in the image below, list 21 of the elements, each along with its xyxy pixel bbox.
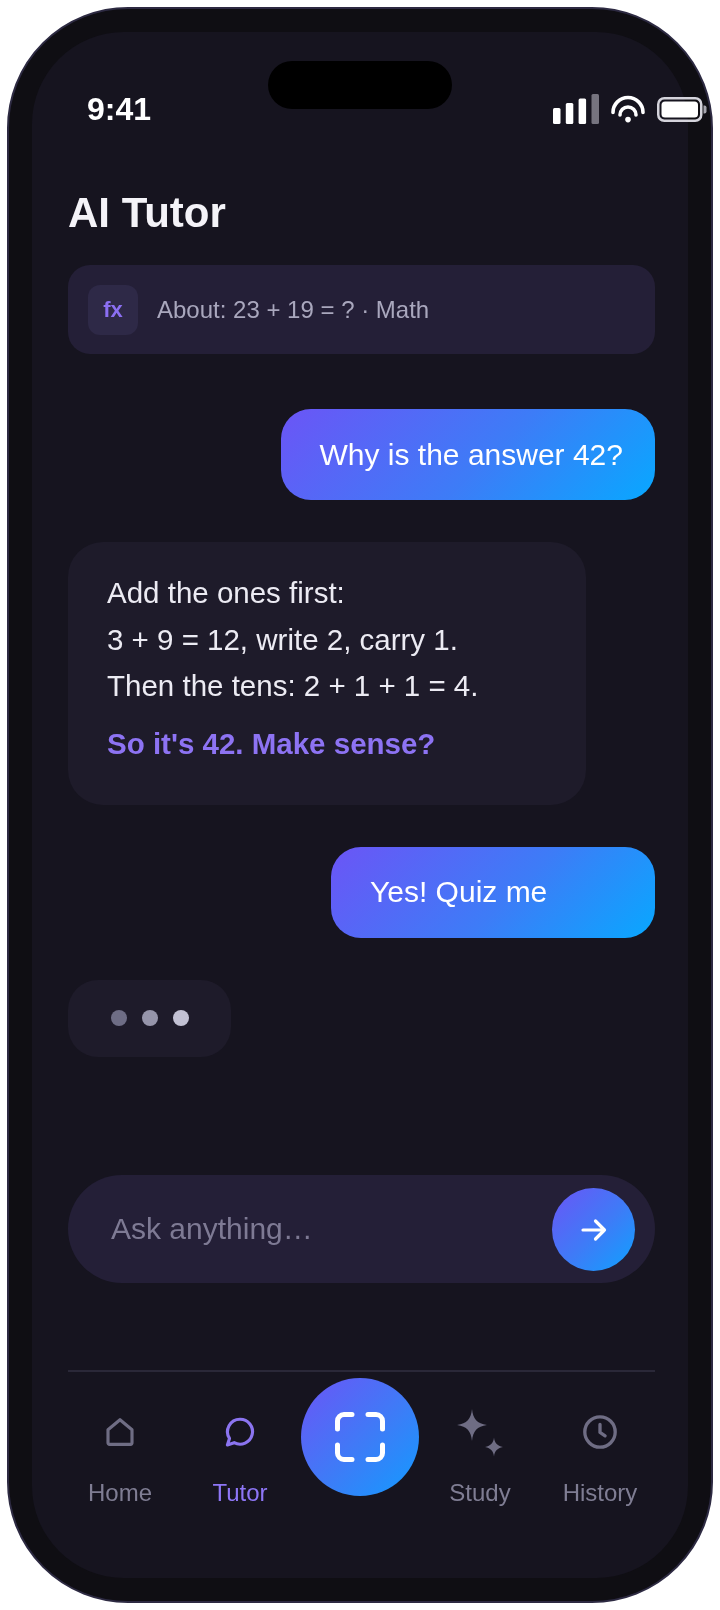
message-input[interactable]: Ask anything… (68, 1175, 655, 1283)
message-text: Add the ones first: (107, 575, 346, 611)
nav-tab[interactable]: Tutor (212, 1372, 268, 1507)
nav-tab[interactable]: Study (449, 1372, 511, 1507)
arrow-right-icon (580, 1216, 607, 1243)
subject-badge: fx (88, 284, 138, 335)
clock-icon (581, 1413, 619, 1451)
user-message: Yes! Quiz me (331, 846, 655, 938)
nav-tab[interactable]: History (562, 1372, 638, 1507)
message-highlight: So it's 42. Make sense? (107, 726, 437, 762)
nav-tab[interactable]: Home (88, 1372, 152, 1507)
message-text: Then the tens: 2 + 1 + 1 = 4. (107, 668, 480, 704)
message-text: 3 + 9 = 12, write 2, carry 1. (107, 621, 459, 658)
scan-icon (335, 1412, 385, 1462)
context-text: About: 23 + 19 = ? · Math (157, 294, 430, 325)
page-title: AI Tutor (68, 188, 227, 238)
battery-icon (657, 96, 707, 122)
user-message: Why is the answer 42? (280, 409, 655, 500)
signal-icon (553, 94, 599, 124)
status-time: 9:41 (87, 90, 152, 129)
wifi-icon (611, 95, 645, 123)
